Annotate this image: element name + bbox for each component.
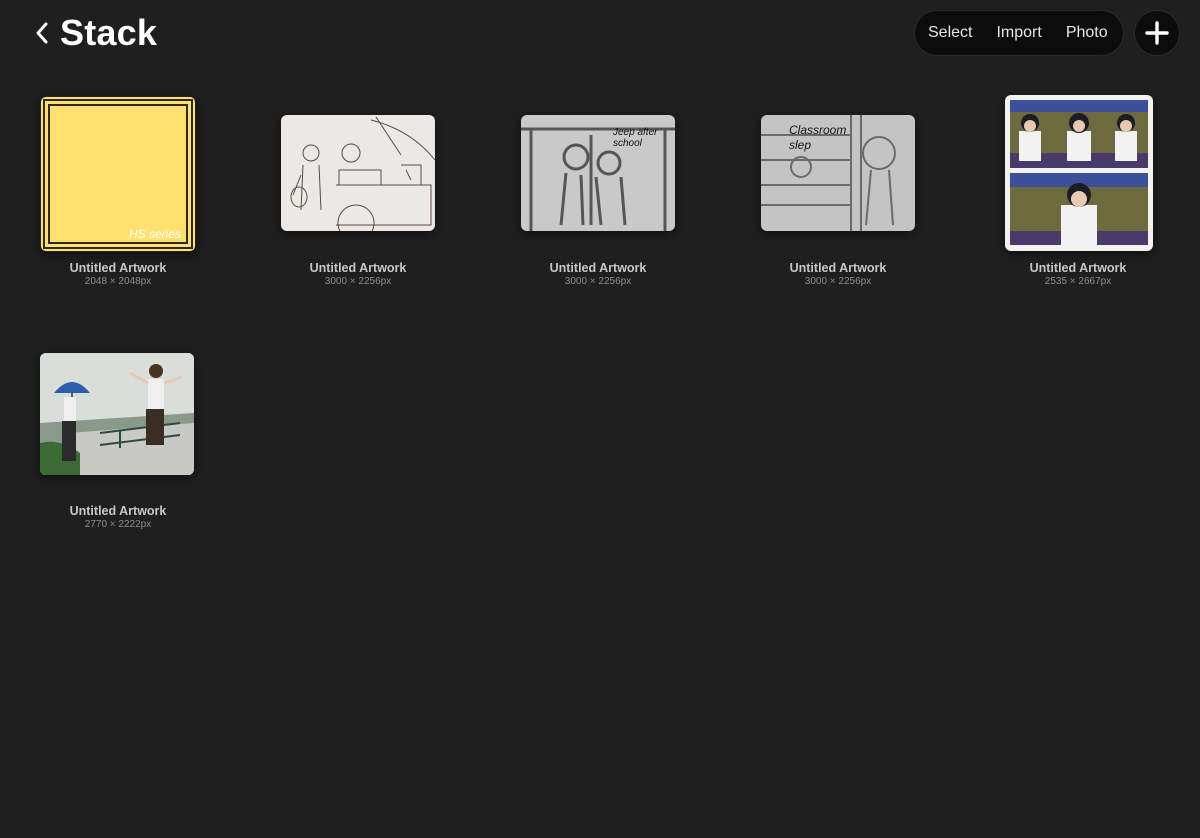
artwork-name: Untitled Artwork xyxy=(549,261,647,275)
artwork-dimensions: 3000 × 2256px xyxy=(804,276,872,287)
page-title: Stack xyxy=(60,12,158,53)
artwork-dimensions: 2048 × 2048px xyxy=(84,276,152,287)
artwork-thumbnail xyxy=(1005,95,1153,251)
toolbar-pill: Select Import Photo xyxy=(915,11,1123,55)
artwork-name: Untitled Artwork xyxy=(69,261,167,275)
artwork-dimensions: 2535 × 2667px xyxy=(1044,276,1112,287)
artwork-caption: Classroom slep xyxy=(789,123,847,152)
artwork-caption: Jeep after school xyxy=(613,127,658,149)
artwork-dimensions: 3000 × 2256px xyxy=(564,276,632,287)
back-button[interactable] xyxy=(28,18,56,48)
chevron-left-icon xyxy=(36,22,48,44)
artwork-name: Untitled Artwork xyxy=(69,504,167,518)
select-button[interactable]: Select xyxy=(915,24,984,42)
artwork-thumbnail xyxy=(40,353,194,475)
add-button[interactable] xyxy=(1135,11,1179,55)
photo-button[interactable]: Photo xyxy=(1054,24,1120,42)
artwork-name: Untitled Artwork xyxy=(1029,261,1127,275)
artwork-thumbnail: Jeep after school xyxy=(521,115,675,231)
artwork-thumbnail xyxy=(281,115,435,231)
artwork-dimensions: 3000 × 2256px xyxy=(324,276,392,287)
artwork-name: Untitled Artwork xyxy=(789,261,887,275)
artwork-dimensions: 2770 × 2222px xyxy=(84,519,152,530)
import-button[interactable]: Import xyxy=(984,24,1053,42)
artwork-name: Untitled Artwork xyxy=(309,261,407,275)
artwork-caption: HS series xyxy=(128,227,181,241)
artwork-thumbnail: HS series xyxy=(40,96,196,252)
plus-icon xyxy=(1145,21,1169,45)
artwork-thumbnail: Classroom slep xyxy=(761,115,915,231)
